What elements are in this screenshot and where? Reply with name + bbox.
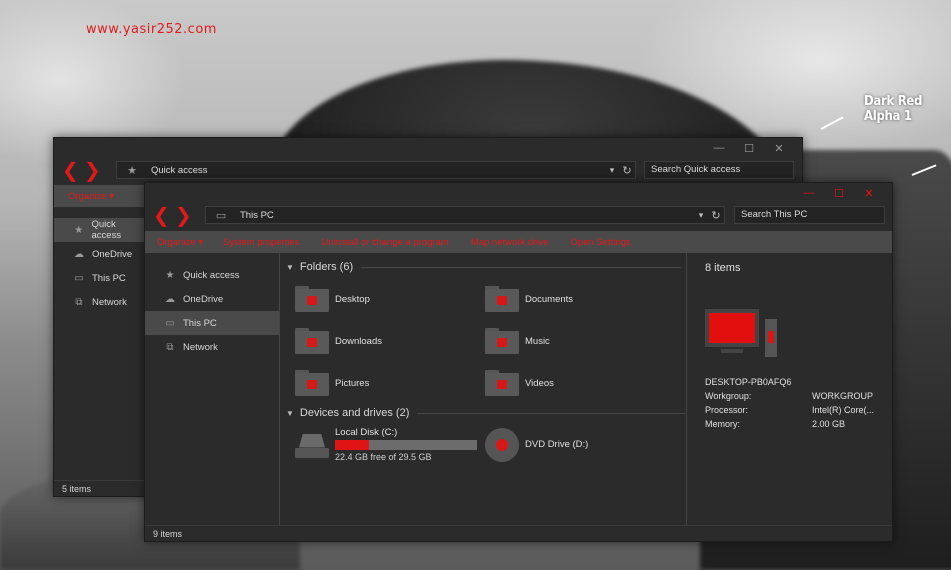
computer-name: DESKTOP-PB0AFQ6 (705, 377, 792, 387)
chevron-down-icon[interactable]: ▾ (605, 165, 619, 176)
explorer-window-this-pc[interactable]: — ☐ ✕ ❮ ❯ ▭ This PC ▾ ↻ Search This PC O… (144, 182, 893, 542)
minimize-icon[interactable]: — (794, 186, 824, 200)
pane-divider (279, 253, 280, 525)
command-bar: Organize ▾ System properties Uninstall o… (145, 231, 892, 253)
folder-icon (295, 286, 329, 312)
folder-icon (485, 286, 519, 312)
drive-usage-fill (335, 440, 370, 450)
detail-row: Processor: Intel(R) Core(... (705, 405, 875, 415)
nav-item-quick-access[interactable]: ★ Quick access (54, 218, 146, 242)
cloud-icon: ☁ (165, 293, 175, 305)
forward-arrow-icon[interactable]: ❯ (84, 158, 101, 182)
folder-icon (295, 370, 329, 396)
chevron-down-icon: ▼ (286, 408, 294, 418)
theme-title: Dark Red Alpha 1 (864, 94, 923, 124)
search-input[interactable]: Search Quick access (644, 161, 794, 179)
organize-button[interactable]: Organize ▾ (68, 191, 114, 202)
nav-item-this-pc[interactable]: ▭ This PC (145, 311, 279, 335)
address-row: ❮ ❯ ★ Quick access ▾ ↻ Search Quick acce… (54, 158, 802, 184)
nav-item-network[interactable]: ⧉ Network (145, 335, 279, 359)
folder-documents[interactable]: Documents (485, 281, 573, 317)
network-icon: ⧉ (75, 296, 83, 308)
organize-button[interactable]: Organize ▾ (157, 237, 203, 248)
maximize-icon[interactable]: ☐ (824, 186, 854, 200)
watermark-text: www.yasir252.com (86, 22, 217, 37)
uninstall-program-button[interactable]: Uninstall or change a program (322, 237, 449, 248)
dvd-drive-icon (485, 428, 519, 462)
search-input[interactable]: Search This PC (734, 206, 885, 224)
cloud-icon: ☁ (74, 248, 84, 260)
star-icon: ★ (127, 164, 137, 177)
details-item-count: 8 items (705, 262, 741, 274)
refresh-icon[interactable]: ↻ (619, 164, 635, 177)
nav-item-quick-access[interactable]: ★ Quick access (145, 263, 279, 287)
address-bar[interactable]: ▭ This PC ▾ ↻ (205, 206, 725, 224)
address-bar[interactable]: ★ Quick access ▾ ↻ (116, 161, 636, 179)
nav-item-this-pc[interactable]: ▭ This PC (54, 266, 146, 290)
star-icon: ★ (74, 224, 84, 236)
folder-icon (485, 370, 519, 396)
folder-videos[interactable]: Videos (485, 365, 554, 401)
status-bar: 9 items (145, 525, 892, 541)
maximize-icon[interactable]: ☐ (734, 141, 764, 155)
folder-music[interactable]: Music (485, 323, 550, 359)
back-arrow-icon[interactable]: ❮ (153, 203, 170, 227)
network-icon: ⧉ (166, 341, 174, 353)
drive-local-disk-c[interactable]: Local Disk (C:) 22.4 GB free of 29.5 GB (295, 427, 477, 462)
folder-icon (485, 328, 519, 354)
computer-icon: ▭ (215, 209, 227, 222)
system-properties-button[interactable]: System properties (223, 237, 300, 248)
chevron-down-icon[interactable]: ▾ (694, 210, 708, 221)
back-arrow-icon[interactable]: ❮ (62, 158, 79, 182)
address-text: This PC (240, 209, 274, 221)
computer-icon: ▭ (74, 272, 84, 284)
pane-divider (686, 253, 687, 525)
map-network-drive-button[interactable]: Map network drive (471, 237, 549, 248)
title-bar[interactable]: — ☐ ✕ (54, 138, 802, 158)
refresh-icon[interactable]: ↻ (708, 209, 724, 222)
minimize-icon[interactable]: — (704, 141, 734, 155)
folder-icon (295, 328, 329, 354)
close-icon[interactable]: ✕ (764, 141, 794, 155)
detail-row: Memory: 2.00 GB (705, 419, 846, 429)
folder-desktop[interactable]: Desktop (295, 281, 370, 317)
hard-drive-icon (295, 430, 329, 460)
nav-item-onedrive[interactable]: ☁ OneDrive (54, 242, 146, 266)
navigation-pane: ★ Quick access ☁ OneDrive ▭ This PC ⧉ Ne… (145, 263, 279, 359)
open-settings-button[interactable]: Open Settings (570, 237, 630, 248)
title-bar[interactable]: — ☐ ✕ (145, 183, 892, 203)
address-text: Quick access (151, 164, 208, 176)
nav-item-network[interactable]: ⧉ Network (54, 290, 146, 314)
drive-dvd-d[interactable]: DVD Drive (D:) (485, 428, 588, 462)
star-icon: ★ (165, 269, 175, 281)
devices-group-header[interactable]: ▼ Devices and drives (2) (286, 407, 686, 419)
folder-downloads[interactable]: Downloads (295, 323, 382, 359)
computer-icon: ▭ (165, 317, 175, 329)
navigation-pane: ★ Quick access ☁ OneDrive ▭ This PC ⧉ Ne… (54, 218, 146, 314)
drive-usage-bar (335, 440, 477, 450)
folders-group-header[interactable]: ▼ Folders (6) (286, 261, 682, 273)
close-icon[interactable]: ✕ (854, 186, 884, 200)
nav-item-onedrive[interactable]: ☁ OneDrive (145, 287, 279, 311)
folder-pictures[interactable]: Pictures (295, 365, 369, 401)
chevron-down-icon: ▼ (286, 262, 294, 272)
address-row: ❮ ❯ ▭ This PC ▾ ↻ Search This PC (145, 203, 892, 229)
detail-row: Workgroup: WORKGROUP (705, 391, 874, 401)
forward-arrow-icon[interactable]: ❯ (175, 203, 192, 227)
